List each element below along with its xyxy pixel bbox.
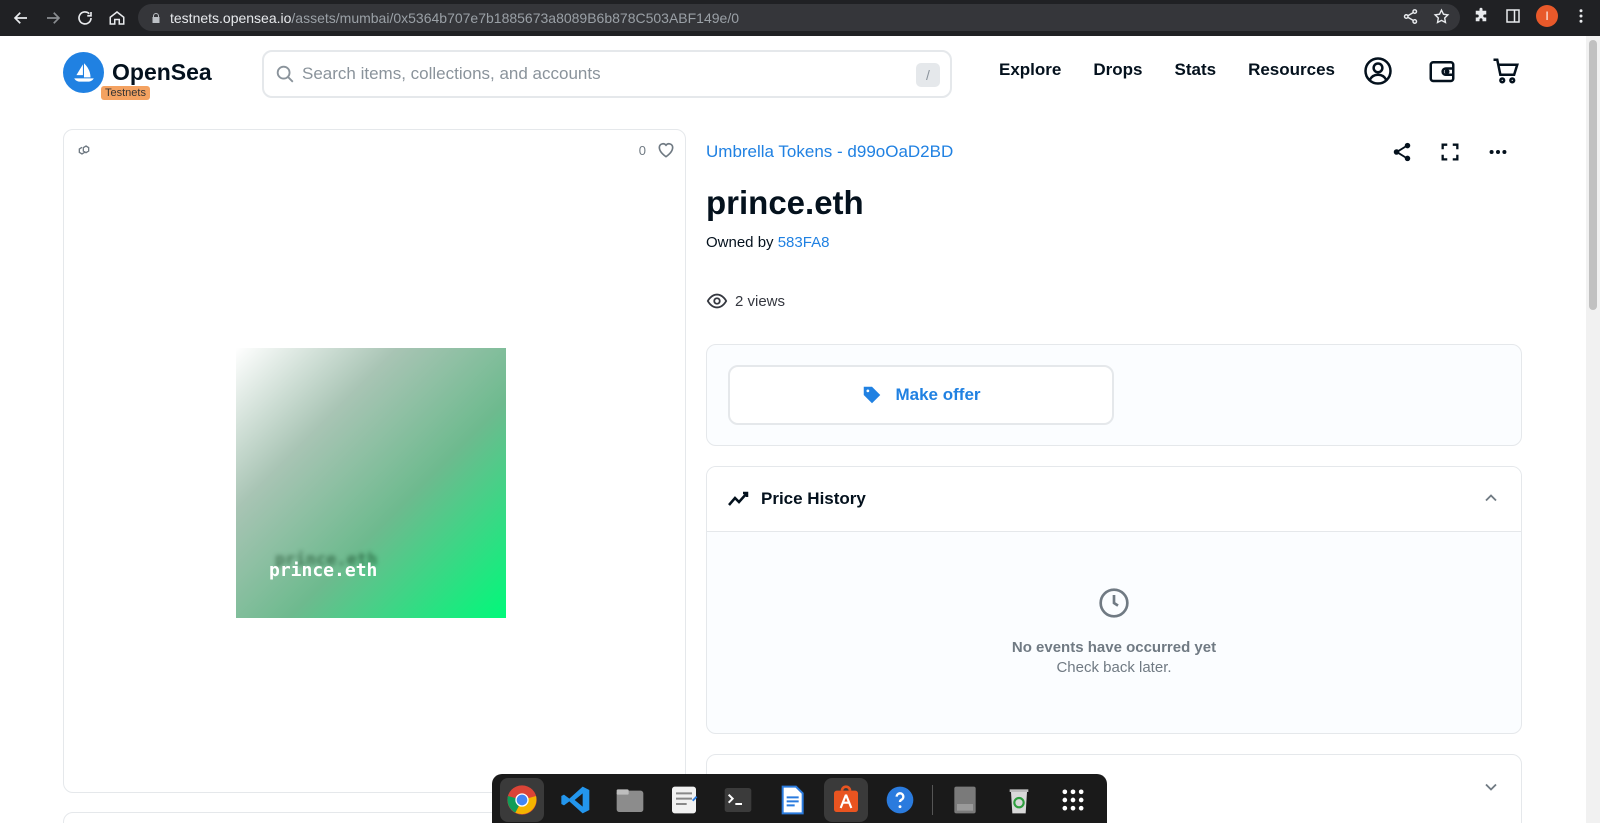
files-icon bbox=[616, 789, 644, 812]
wallet-icon[interactable] bbox=[1427, 56, 1457, 86]
dock-text-editor[interactable] bbox=[662, 778, 706, 822]
chrome-icon bbox=[507, 785, 537, 815]
more-options-icon[interactable] bbox=[1487, 141, 1509, 163]
address-bar[interactable]: testnets.opensea.io/assets/mumbai/0x5364… bbox=[138, 4, 1460, 31]
price-history-title: Price History bbox=[761, 489, 866, 508]
nav-explore[interactable]: Explore bbox=[999, 60, 1061, 80]
fullscreen-icon[interactable] bbox=[1439, 141, 1461, 163]
side-panel-icon[interactable] bbox=[1504, 7, 1522, 25]
dock-disk[interactable] bbox=[943, 778, 987, 822]
polygon-chain-icon bbox=[78, 145, 90, 155]
make-offer-label: Make offer bbox=[895, 385, 981, 404]
chevron-up-icon[interactable] bbox=[1481, 488, 1501, 508]
disk-icon bbox=[954, 786, 976, 814]
make-offer-button[interactable]: Make offer bbox=[728, 365, 1114, 425]
nft-artwork[interactable]: prince.eth prince.eth bbox=[236, 348, 506, 618]
dock-separator bbox=[932, 785, 933, 815]
share-page-icon[interactable] bbox=[1402, 8, 1419, 25]
search-icon bbox=[276, 65, 294, 83]
favorites-count: 0 bbox=[638, 143, 646, 158]
cart-icon[interactable] bbox=[1491, 56, 1521, 86]
app-store-icon bbox=[834, 785, 858, 812]
dock-terminal[interactable] bbox=[716, 778, 760, 822]
dock-app-grid[interactable] bbox=[1051, 778, 1095, 822]
os-dock bbox=[492, 774, 1107, 823]
views-label: 2 views bbox=[735, 292, 786, 310]
asset-image-panel: 0 prince.eth prince.eth bbox=[63, 129, 686, 793]
nav-drops[interactable]: Drops bbox=[1093, 60, 1142, 80]
search-input[interactable] bbox=[302, 64, 892, 84]
profile-avatar[interactable]: I bbox=[1536, 5, 1558, 27]
dock-trash[interactable] bbox=[997, 778, 1041, 822]
testnets-badge: Testnets bbox=[101, 86, 150, 100]
page-scrollbar[interactable] bbox=[1586, 36, 1600, 823]
account-icon[interactable] bbox=[1363, 56, 1393, 86]
trend-line-icon bbox=[728, 491, 749, 506]
collection-link[interactable]: Umbrella Tokens - d99oOaD2BD bbox=[706, 142, 953, 162]
tag-icon bbox=[864, 386, 881, 404]
trash-icon bbox=[1009, 789, 1029, 814]
price-history-empty-state: No events have occurred yet Check back l… bbox=[707, 587, 1521, 676]
empty-subtitle: Check back later. bbox=[1056, 659, 1172, 676]
bookmark-star-icon[interactable] bbox=[1433, 8, 1450, 25]
main-nav: Explore Drops Stats Resources bbox=[999, 60, 1335, 80]
owned-by-label: Owned by bbox=[706, 234, 774, 251]
dock-app-store[interactable] bbox=[824, 778, 868, 822]
url-text: testnets.opensea.io/assets/mumbai/0x5364… bbox=[170, 10, 739, 26]
back-button[interactable] bbox=[5, 2, 37, 34]
home-icon bbox=[109, 11, 125, 25]
offer-panel: Make offer bbox=[706, 344, 1522, 446]
url-path: /assets/mumbai/0x5364b707e7b1885673a8089… bbox=[291, 9, 739, 26]
url-domain: testnets.opensea.io bbox=[170, 9, 292, 26]
search-shortcut-key: / bbox=[916, 63, 940, 87]
eye-icon bbox=[706, 293, 728, 309]
scrollbar-thumb[interactable] bbox=[1589, 40, 1597, 310]
nft-artwork-text: prince.eth bbox=[269, 560, 378, 581]
arrow-left-icon bbox=[13, 12, 27, 24]
clock-icon bbox=[1099, 588, 1129, 618]
brand-name: OpenSea bbox=[112, 59, 212, 85]
kebab-menu-icon[interactable] bbox=[1572, 7, 1590, 25]
share-icon[interactable] bbox=[1391, 141, 1413, 163]
site-header: OpenSea Testnets / Explore Drops Stats R… bbox=[0, 36, 1600, 112]
dock-chrome[interactable] bbox=[500, 778, 544, 822]
browser-toolbar: testnets.opensea.io/assets/mumbai/0x5364… bbox=[0, 0, 1600, 36]
owner-line: Owned by 583FA8 bbox=[706, 234, 829, 251]
heart-icon[interactable] bbox=[656, 140, 676, 160]
arrow-right-icon bbox=[47, 12, 61, 24]
views-count: 2 views bbox=[706, 290, 785, 312]
document-viewer-icon bbox=[781, 785, 804, 815]
owner-link[interactable]: 583FA8 bbox=[778, 234, 830, 251]
dock-document-viewer[interactable] bbox=[770, 778, 814, 822]
asset-title: prince.eth bbox=[706, 184, 864, 221]
help-icon bbox=[886, 786, 914, 814]
price-history-header[interactable]: Price History bbox=[707, 467, 1521, 532]
extensions-icon[interactable] bbox=[1472, 7, 1490, 25]
dock-files[interactable] bbox=[608, 778, 652, 822]
lock-icon bbox=[152, 12, 160, 23]
dock-vscode[interactable] bbox=[554, 778, 598, 822]
vscode-icon bbox=[561, 786, 590, 814]
nav-stats[interactable]: Stats bbox=[1174, 60, 1216, 80]
dock-help[interactable] bbox=[878, 778, 922, 822]
price-history-panel: Price History No events have occurred ye… bbox=[706, 466, 1522, 734]
reload-button[interactable] bbox=[69, 2, 101, 34]
opensea-boat-icon bbox=[63, 52, 104, 93]
empty-title: No events have occurred yet bbox=[1011, 639, 1217, 656]
chevron-down-icon[interactable] bbox=[1481, 777, 1501, 797]
nav-resources[interactable]: Resources bbox=[1248, 60, 1335, 80]
app-grid-icon bbox=[1062, 789, 1084, 811]
forward-button[interactable] bbox=[37, 2, 69, 34]
terminal-icon bbox=[724, 788, 752, 812]
reload-icon bbox=[78, 11, 92, 25]
home-button[interactable] bbox=[101, 2, 133, 34]
search-bar[interactable]: / bbox=[262, 50, 952, 98]
text-editor-icon bbox=[672, 786, 698, 814]
